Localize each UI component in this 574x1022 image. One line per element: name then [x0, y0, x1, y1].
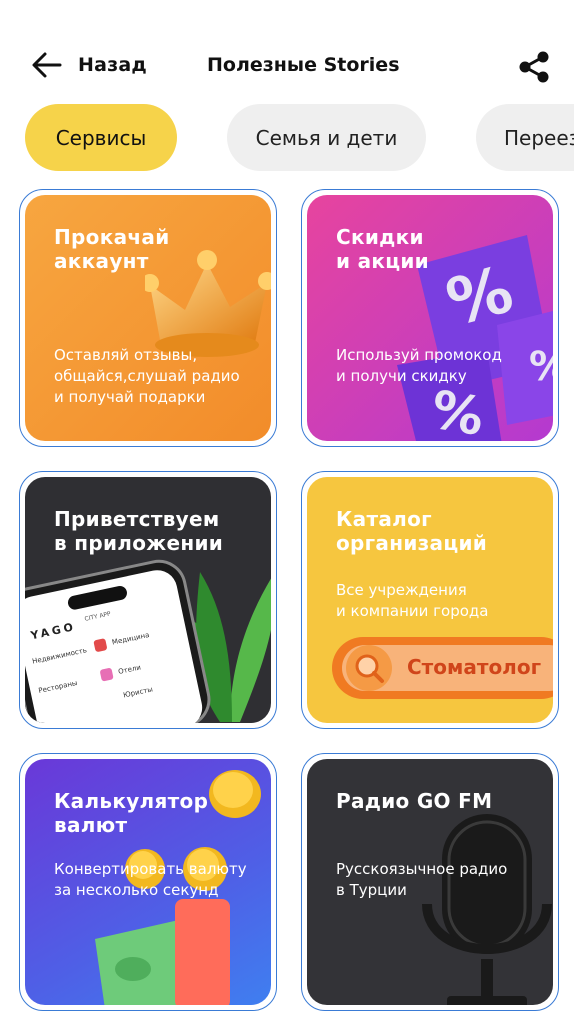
category-tabs: Сервисы Семья и дети Переезд [0, 104, 574, 172]
microphone-icon [422, 814, 552, 1005]
back-button[interactable]: Назад [30, 48, 147, 82]
phone-item: Рестораны [37, 678, 79, 695]
phone-item: Недвижимость [31, 646, 88, 666]
share-icon[interactable] [516, 50, 552, 84]
phone-item: Юристы [122, 685, 154, 700]
card-title: Скидки и акции [336, 225, 429, 273]
card-title: Прокачай аккаунт [54, 225, 170, 273]
phone-logo-sub: CITY APP [83, 610, 112, 623]
card-description: Русскоязычное радио в Турции [336, 860, 508, 899]
story-card-currency[interactable]: Калькулятор валют Конвертировать валюту … [19, 753, 277, 1011]
phone-logo: YAGO [29, 620, 78, 643]
top-bar: Назад Полезные Stories [0, 0, 574, 100]
tab-family-kids[interactable]: Семья и дети [227, 104, 426, 171]
card-description: Все учреждения и компании города [336, 581, 489, 620]
card-title: Радио GO FM [336, 789, 493, 813]
page-title: Полезные Stories [207, 54, 400, 76]
story-card-level-up[interactable]: Прокачай аккаунт Оставляй отзывы, общайс… [19, 189, 277, 447]
tab-relocation[interactable]: Переезд [476, 104, 574, 171]
tab-services[interactable]: Сервисы [25, 104, 177, 171]
search-icon [355, 654, 384, 683]
search-text: Стоматолог [407, 655, 542, 679]
card-title: Приветствуем в приложении [54, 507, 224, 555]
card-description: Конвертировать валюту за несколько секун… [54, 860, 247, 899]
phone-item: Отели [117, 663, 142, 676]
back-label: Назад [78, 54, 147, 76]
story-card-radio[interactable]: Радио GO FM Русскоязычное радио в Турции [301, 753, 559, 1011]
search-bar-illustration: Стоматолог [332, 637, 553, 699]
story-card-catalog[interactable]: Стоматолог Каталог организаций Все учреж… [301, 471, 559, 729]
story-card-welcome[interactable]: YAGO CITY APP Недвижимость Медицина Рест… [19, 471, 277, 729]
phone-item: Медицина [111, 630, 151, 647]
card-description: Оставляй отзывы, общайся,слушай радио и … [54, 346, 240, 406]
story-card-discounts[interactable]: % % % Скидки и акции Используй промокод … [301, 189, 559, 447]
svg-text:%: % [427, 380, 489, 441]
arrow-left-icon [32, 52, 62, 78]
card-title: Каталог организаций [336, 507, 488, 555]
card-description: Используй промокод и получи скидку [336, 346, 502, 385]
card-title: Калькулятор валют [54, 789, 209, 837]
svg-text:%: % [529, 344, 553, 390]
